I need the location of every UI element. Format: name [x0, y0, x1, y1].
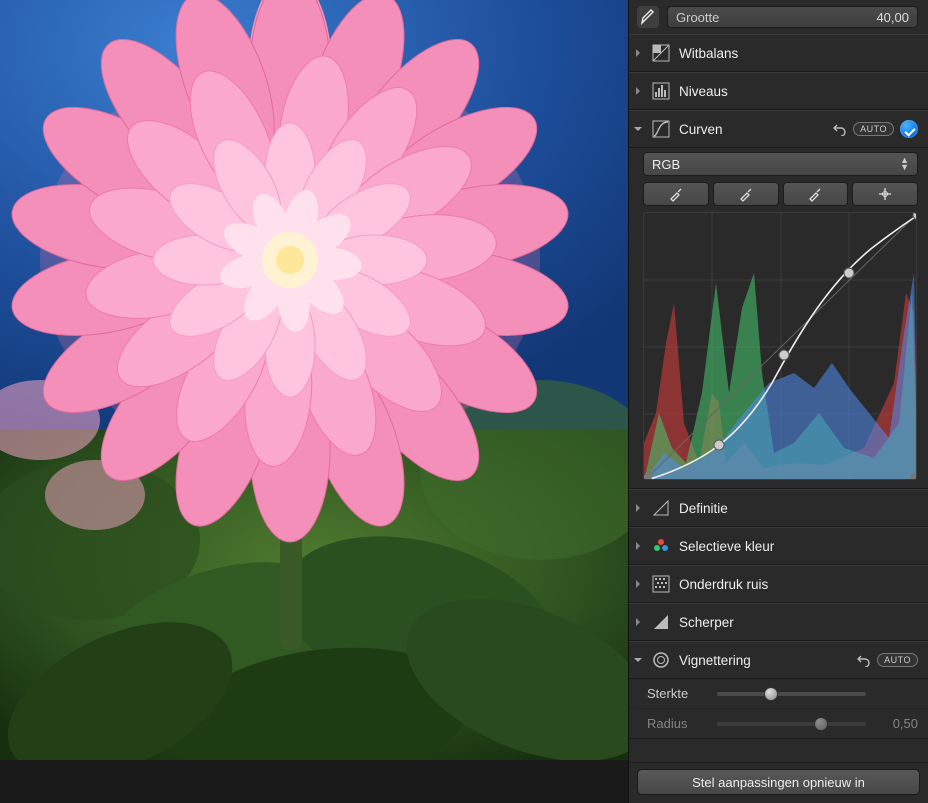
selective-color-icon	[651, 536, 671, 556]
chevron-right-icon	[633, 86, 643, 96]
undo-icon[interactable]	[831, 121, 847, 137]
curves-icon	[651, 119, 671, 139]
section-vignettering[interactable]: Vignettering AUTO	[629, 642, 928, 678]
chevron-right-icon	[633, 48, 643, 58]
section-witbalans[interactable]: Witbalans	[629, 35, 928, 71]
section-definitie[interactable]: Definitie	[629, 490, 928, 526]
select-arrows-icon: ▲▼	[900, 157, 909, 171]
section-title: Niveaus	[679, 84, 918, 99]
section-niveaus[interactable]: Niveaus	[629, 73, 928, 109]
brush-size-label: Grootte	[676, 10, 719, 25]
noise-reduction-icon	[651, 574, 671, 594]
auto-button[interactable]: AUTO	[853, 122, 894, 136]
brush-icon[interactable]	[637, 6, 659, 28]
slider-label-radius: Radius	[647, 716, 709, 731]
curves-channel-value: RGB	[652, 157, 680, 172]
section-selectieve-kleur[interactable]: Selectieve kleur	[629, 528, 928, 564]
brush-size-value: 40,00	[876, 10, 909, 25]
chevron-down-icon	[633, 124, 643, 134]
slider-label-sterkte: Sterkte	[647, 686, 709, 701]
section-title: Definitie	[679, 501, 918, 516]
section-curven[interactable]: Curven AUTO	[629, 111, 928, 147]
enabled-toggle[interactable]	[900, 120, 918, 138]
vignette-icon	[651, 650, 671, 670]
curves-histogram[interactable]	[643, 212, 917, 480]
reset-adjustments-button[interactable]: Stel aanpassingen opnieuw in	[637, 769, 920, 795]
section-title: Vignettering	[679, 653, 847, 668]
adjustments-panel: Grootte 40,00 Witbalans Niveaus	[628, 0, 928, 803]
section-title: Scherper	[679, 615, 918, 630]
curves-channel-select[interactable]: RGB ▲▼	[643, 152, 918, 176]
chevron-right-icon	[633, 617, 643, 627]
add-point-button[interactable]	[852, 182, 918, 206]
chevron-right-icon	[633, 579, 643, 589]
slider-value-radius: 0,50	[874, 716, 918, 731]
section-title: Witbalans	[679, 46, 918, 61]
eyedropper-black-button[interactable]	[643, 182, 709, 206]
auto-button[interactable]: AUTO	[877, 653, 918, 667]
chevron-right-icon	[633, 541, 643, 551]
whitebalance-icon	[651, 43, 671, 63]
slider-radius[interactable]	[717, 722, 866, 726]
chevron-right-icon	[633, 503, 643, 513]
eyedropper-white-button[interactable]	[783, 182, 849, 206]
sharpen-icon	[651, 612, 671, 632]
image-preview	[0, 0, 628, 803]
section-onderdruk-ruis[interactable]: Onderdruk ruis	[629, 566, 928, 602]
section-scherper[interactable]: Scherper	[629, 604, 928, 640]
section-title: Onderdruk ruis	[679, 577, 918, 592]
slider-sterkte[interactable]	[717, 692, 866, 696]
preview-photo	[0, 0, 628, 760]
definition-icon	[651, 498, 671, 518]
brush-size-field[interactable]: Grootte 40,00	[667, 6, 918, 28]
section-title: Curven	[679, 122, 823, 137]
section-title: Selectieve kleur	[679, 539, 918, 554]
levels-icon	[651, 81, 671, 101]
undo-icon[interactable]	[855, 652, 871, 668]
eyedropper-gray-button[interactable]	[713, 182, 779, 206]
chevron-down-icon	[633, 655, 643, 665]
